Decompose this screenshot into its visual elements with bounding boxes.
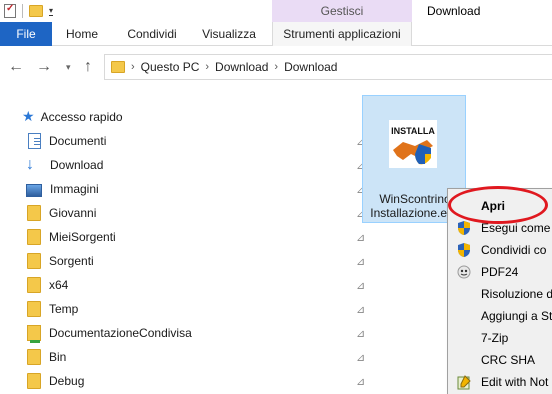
breadcrumb: › Questo PC › Download › Download — [131, 60, 337, 74]
pin-icon[interactable]: ⊿ — [356, 351, 365, 364]
breadcrumb-download[interactable]: Download — [215, 60, 268, 74]
sidebar-item-label: Bin — [49, 350, 67, 364]
new-folder-icon[interactable] — [29, 5, 43, 17]
uac-shield-icon — [458, 243, 470, 257]
menu-item-7zip[interactable]: 7-Zip — [448, 327, 552, 349]
address-bar[interactable]: › Questo PC › Download › Download — [104, 54, 552, 80]
breadcrumb-questo-pc[interactable]: Questo PC — [141, 60, 200, 74]
sidebar-item-label: Immagini — [50, 182, 99, 196]
menu-item-edit-with-notepad[interactable]: Edit with Not — [448, 371, 552, 393]
annotation-circle — [448, 186, 548, 224]
sidebar-item-bin[interactable]: Bin ⊿ — [26, 346, 365, 368]
sidebar-item-label: x64 — [49, 278, 69, 292]
folder-icon — [27, 349, 41, 365]
folder-icon — [27, 253, 41, 269]
sidebar-item-label: Temp — [49, 302, 79, 316]
quick-access-node[interactable]: ★ Accesso rapido — [22, 108, 123, 125]
navigation-bar: ← → ▾ ↑ › Questo PC › Download › Downloa… — [0, 47, 552, 87]
shared-folder-icon — [27, 325, 41, 343]
menu-item-label: CRC SHA — [481, 353, 536, 367]
menu-item-label: Condividi co — [481, 243, 547, 257]
breadcrumb-download-current[interactable]: Download — [284, 60, 337, 74]
qat-separator — [22, 4, 23, 18]
menu-item-condividi-con[interactable]: Condividi co — [448, 239, 552, 261]
window-title: Download — [427, 4, 481, 18]
forward-arrow-icon[interactable]: → — [36, 58, 52, 76]
chevron-right-icon[interactable]: › — [205, 61, 209, 73]
tab-file[interactable]: File — [0, 22, 52, 46]
pin-icon[interactable]: ⊿ — [356, 327, 365, 340]
sidebar-item-label: Download — [50, 158, 104, 172]
menu-item-crc-sha[interactable]: CRC SHA — [448, 349, 552, 371]
menu-item-label: Risoluzione d — [481, 287, 552, 301]
menu-item-label: Aggiungi a St — [481, 309, 552, 323]
sidebar-item-mieisorgenti[interactable]: MieiSorgenti ⊿ — [26, 226, 365, 248]
sidebar-item-label: Giovanni — [49, 206, 97, 220]
context-tab-group-label: Gestisci — [272, 0, 412, 22]
sidebar-item-sorgenti[interactable]: Sorgenti ⊿ — [26, 250, 365, 272]
sidebar-item-label: Sorgenti — [49, 254, 94, 268]
notepad-icon — [457, 375, 471, 390]
sidebar-item-temp[interactable]: Temp ⊿ — [26, 298, 365, 320]
quick-access-toolbar: ▾ — [4, 3, 54, 18]
pictures-icon — [26, 183, 42, 197]
folder-icon — [27, 277, 41, 293]
pin-icon[interactable]: ⊿ — [356, 303, 365, 316]
menu-item-label: Edit with Not — [481, 375, 549, 389]
pin-icon[interactable]: ⊿ — [356, 279, 365, 292]
sidebar-item-x64[interactable]: x64 ⊿ — [26, 274, 365, 296]
tab-home[interactable]: Home — [52, 22, 112, 46]
installer-icon: INSTALLA — [389, 120, 437, 168]
quick-access-label: Accesso rapido — [40, 109, 123, 124]
folder-icon — [27, 229, 41, 245]
sidebar-item-immagini[interactable]: Immagini ⊿ — [26, 178, 365, 200]
menu-item-label: PDF24 — [481, 265, 519, 279]
ribbon-tabs: File Home Condividi Visualizza Strumenti… — [0, 22, 552, 46]
pin-icon[interactable]: ⊿ — [356, 375, 365, 388]
sidebar-item-label: DocumentazioneCondivisa — [49, 326, 192, 340]
folder-icon — [27, 373, 41, 389]
tab-strumenti-applicazioni[interactable]: Strumenti applicazioni — [272, 22, 412, 46]
menu-item-aggiungi-a-start[interactable]: Aggiungi a St — [448, 305, 552, 327]
menu-item-label: 7-Zip — [481, 331, 509, 345]
download-icon: ↓ — [26, 156, 34, 173]
up-arrow-icon[interactable]: ↑ — [84, 58, 92, 76]
menu-item-risoluzione-problemi[interactable]: Risoluzione d — [448, 283, 552, 305]
properties-icon[interactable] — [4, 3, 16, 18]
sidebar-item-giovanni[interactable]: Giovanni ⊿ — [26, 202, 365, 224]
folder-icon — [27, 301, 41, 317]
installer-icon-text: INSTALLA — [391, 126, 435, 136]
sidebar-item-label: Debug — [49, 374, 85, 388]
sidebar-item-label: Documenti — [49, 134, 107, 148]
chevron-right-icon[interactable]: › — [274, 61, 278, 73]
pin-icon[interactable]: ⊿ — [356, 231, 365, 244]
tab-visualizza[interactable]: Visualizza — [192, 22, 266, 46]
folder-icon — [27, 205, 41, 221]
chevron-right-icon[interactable]: › — [131, 61, 135, 73]
folder-icon — [111, 61, 125, 73]
sidebar-item-label: MieiSorgenti — [49, 230, 116, 244]
sidebar-item-download[interactable]: ↓ Download ⊿ — [26, 154, 365, 176]
star-icon: ★ — [22, 108, 35, 124]
recent-locations-dropdown-icon[interactable]: ▾ — [66, 62, 71, 73]
menu-item-pdf24[interactable]: PDF24 — [448, 261, 552, 283]
customize-dropdown-icon[interactable]: ▾ — [49, 6, 54, 16]
sidebar-item-debug[interactable]: Debug ⊿ — [26, 370, 365, 392]
back-arrow-icon[interactable]: ← — [8, 58, 24, 76]
sidebar-item-documentazionecondivisa[interactable]: DocumentazioneCondivisa ⊿ — [26, 322, 365, 344]
documents-icon — [28, 133, 41, 149]
tab-condividi[interactable]: Condividi — [112, 22, 192, 46]
sidebar-item-documenti[interactable]: Documenti ⊿ — [26, 130, 365, 152]
pdf24-icon — [457, 265, 471, 279]
uac-shield-icon — [458, 221, 470, 235]
pin-icon[interactable]: ⊿ — [356, 255, 365, 268]
